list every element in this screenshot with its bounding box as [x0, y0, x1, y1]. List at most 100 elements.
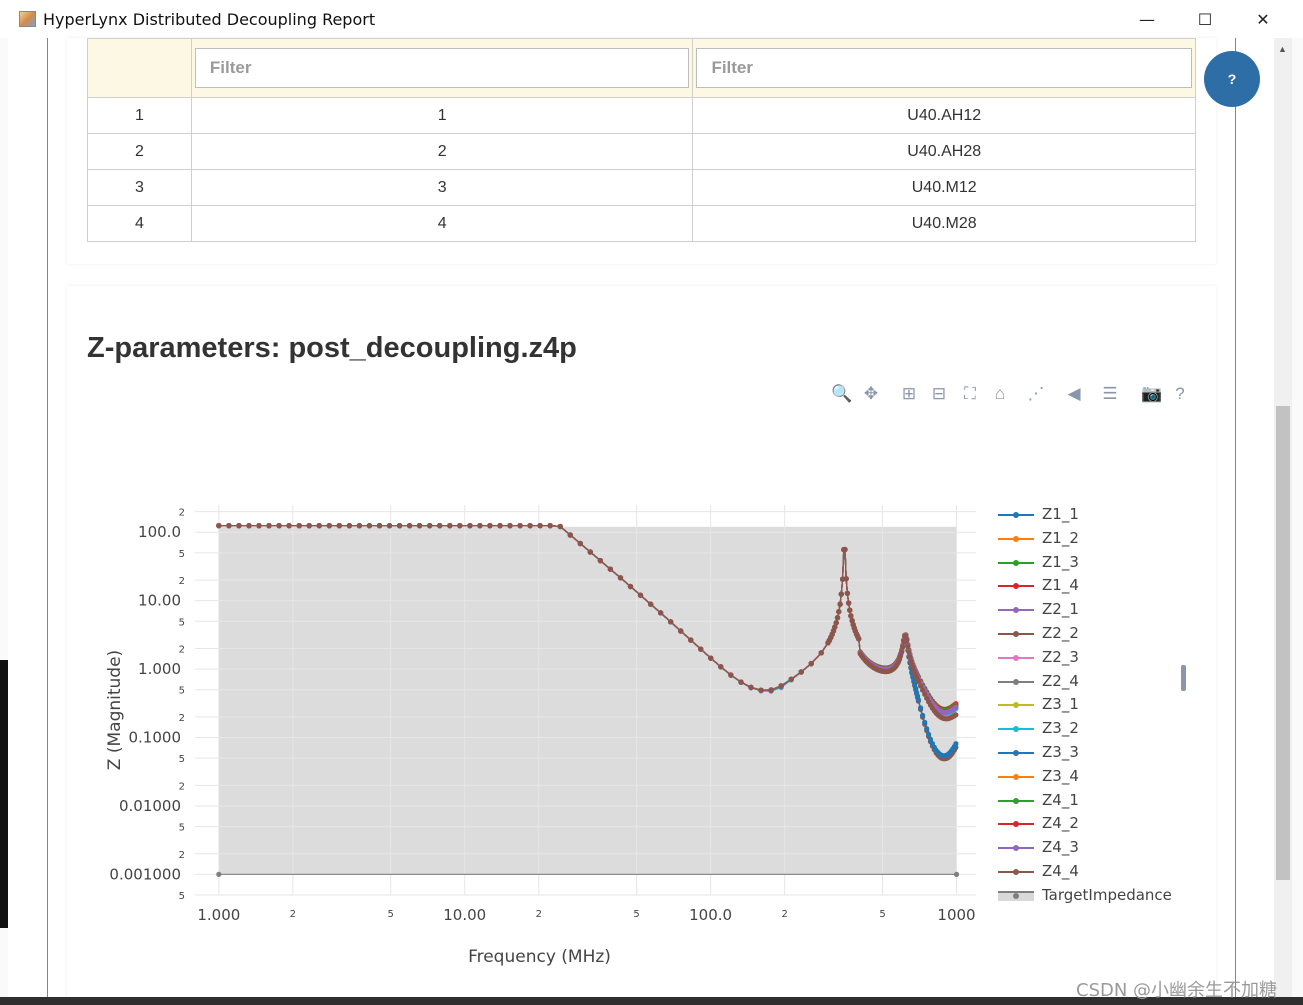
question-icon[interactable]: ?: [1170, 384, 1190, 404]
legend-item[interactable]: TargetImpedance: [998, 886, 1198, 906]
y-minor-tick-label: 5: [179, 549, 185, 560]
x-tick-label: 100.0: [689, 906, 732, 924]
background-window-strip-right: [1292, 38, 1303, 998]
legend-item[interactable]: Z3_1: [998, 695, 1198, 715]
legend-item[interactable]: Z4_3: [998, 838, 1198, 858]
legend-item[interactable]: Z2_4: [998, 672, 1198, 692]
y-minor-tick-label: 2: [179, 508, 185, 519]
watermark: CSDN @小幽余生不加糖: [1076, 980, 1278, 1001]
data-point-Z4_4: [844, 590, 851, 596]
legend-item[interactable]: Z1_2: [998, 529, 1198, 549]
data-point-Z4_4: [953, 712, 959, 718]
table-cell: 2: [190, 133, 694, 170]
legend-item[interactable]: Z3_4: [998, 767, 1198, 787]
legend-marker: [1013, 654, 1019, 661]
data-point-Z4_4: [417, 523, 423, 529]
spike-lines-icon[interactable]: ⋰: [1026, 384, 1046, 404]
table-row[interactable]: 4 4 U40.M28: [87, 205, 1196, 242]
filter-row: Filter Filter: [87, 38, 1196, 98]
zoom-in-icon[interactable]: ⊞: [899, 384, 919, 404]
help-button[interactable]: ?: [1204, 51, 1260, 107]
legend-item[interactable]: Z1_1: [998, 505, 1198, 525]
zoom-icon[interactable]: 🔍: [831, 384, 852, 404]
legend-label: Z2_2: [1042, 624, 1079, 642]
legend-item[interactable]: Z4_1: [998, 791, 1198, 811]
x-minor-tick-label: 5: [388, 909, 394, 920]
table-row[interactable]: 1 1 U40.AH12: [87, 97, 1196, 134]
table-row[interactable]: 3 3 U40.M12: [87, 169, 1196, 206]
hover-closest-icon[interactable]: ◀: [1064, 384, 1084, 404]
data-point-Z4_4: [758, 687, 764, 693]
chart-title: Z-parameters: post_decoupling.z4p: [87, 332, 577, 364]
data-point-Z3_3: [924, 726, 930, 732]
legend-marker: [1013, 797, 1019, 804]
minimize-button[interactable]: —: [1118, 0, 1176, 38]
data-point-Z4_4: [597, 558, 603, 564]
legend-item[interactable]: Z4_2: [998, 814, 1198, 834]
legend-item[interactable]: Z2_1: [998, 600, 1198, 620]
filter-input-2[interactable]: Filter: [696, 48, 1192, 88]
y-minor-tick-label: 2: [179, 576, 185, 587]
data-point-Z4_4: [904, 637, 910, 643]
y-minor-tick-label: 5: [179, 686, 185, 697]
close-button[interactable]: ✕: [1234, 0, 1292, 38]
table-cell: 3: [190, 169, 694, 206]
data-point-Z4_4: [837, 601, 843, 607]
legend-item[interactable]: Z2_3: [998, 648, 1198, 668]
y-minor-tick-label: 5: [179, 617, 185, 628]
legend-item[interactable]: Z3_3: [998, 743, 1198, 763]
data-point-Z4_4: [537, 523, 543, 529]
data-point-Z4_4: [818, 650, 824, 656]
x-minor-tick-label: 2: [536, 909, 542, 920]
y-tick-label: 1.000: [138, 660, 181, 678]
data-point-Z4_4: [847, 607, 853, 613]
zoom-out-icon[interactable]: ⊟: [929, 384, 949, 404]
data-point-Z4_4: [587, 549, 593, 555]
legend-item[interactable]: Z1_3: [998, 553, 1198, 573]
data-table: Filter Filter 1 1 U40.AH12 2 2 U40.AH28 …: [87, 38, 1196, 242]
data-point-Z4_4: [838, 591, 844, 597]
x-minor-tick-label: 5: [633, 909, 639, 920]
data-point-Z4_4: [688, 637, 694, 643]
impedance-chart[interactable]: 1.000 10.00 100.0 1000 2 5 2 5 2 5 100.0 10.00 1.000…: [98, 490, 978, 980]
data-point-Z3_3: [918, 705, 924, 711]
legend-marker: [1013, 583, 1019, 590]
data-point-Z4_4: [386, 523, 393, 529]
data-point-Z4_4: [708, 655, 714, 661]
legend-label: Z2_4: [1042, 671, 1079, 690]
data-point-TargetImpedance: [953, 871, 960, 877]
data-point-Z4_4: [276, 523, 282, 529]
data-point-Z4_4: [326, 523, 332, 529]
data-point-Z4_4: [836, 609, 842, 615]
x-minor-tick-label: 5: [879, 909, 885, 920]
legend-item[interactable]: Z3_2: [998, 719, 1198, 739]
data-point-Z4_4: [856, 636, 862, 642]
legend-item[interactable]: Z1_4: [998, 576, 1198, 596]
data-point-Z4_4: [376, 523, 383, 529]
maximize-button[interactable]: ☐: [1176, 0, 1234, 38]
data-point-Z4_4: [833, 620, 839, 626]
data-point-Z4_4: [407, 523, 413, 529]
data-point-Z4_4: [457, 523, 463, 529]
legend-scroll-handle[interactable]: [1181, 665, 1186, 691]
page-scrollbar[interactable]: ▲: [1274, 38, 1292, 998]
reset-axes-icon[interactable]: ⌂: [990, 384, 1010, 404]
frame-border-right: [1235, 38, 1236, 998]
data-point-Z4_4: [678, 628, 684, 634]
scrollbar-thumb[interactable]: [1276, 406, 1290, 880]
pan-icon[interactable]: ✥: [861, 384, 881, 404]
legend-item[interactable]: Z4_4: [998, 862, 1198, 882]
table-cell: 3: [87, 169, 192, 206]
legend-marker: [1013, 678, 1019, 685]
table-row[interactable]: 2 2 U40.AH28: [87, 133, 1196, 170]
data-point-Z3_3: [926, 731, 932, 737]
filter-input-1[interactable]: Filter: [194, 48, 690, 88]
data-point-Z4_4: [256, 523, 262, 529]
legend-item[interactable]: Z2_2: [998, 624, 1198, 644]
hover-compare-icon[interactable]: ☰: [1100, 384, 1120, 404]
x-tick-label: 1.000: [197, 906, 240, 924]
scroll-up-icon[interactable]: ▲: [1278, 44, 1287, 54]
camera-icon[interactable]: 📷: [1141, 384, 1162, 404]
autoscale-icon[interactable]: ⛶: [960, 384, 980, 404]
data-point-Z4_4: [487, 523, 493, 529]
